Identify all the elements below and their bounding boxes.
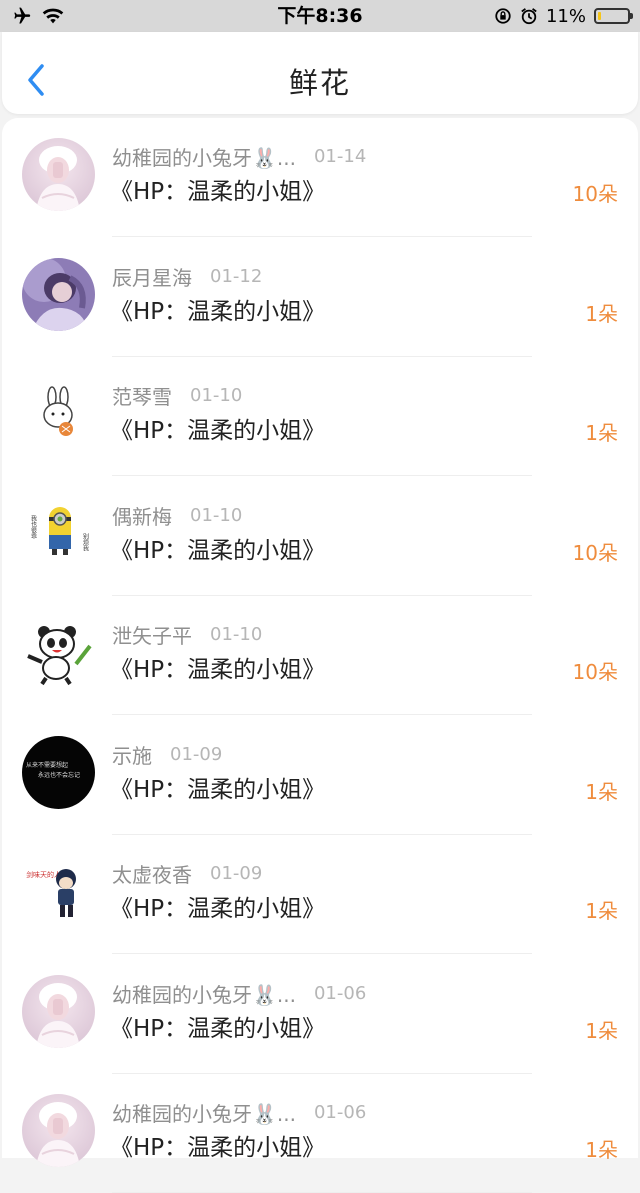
- flower-list: 幼稚园的小兔牙🐰... 01-14 《HP：温柔的小姐》 10朵 辰月星海 01-12 《H…: [2, 118, 638, 1193]
- alarm-icon: [521, 8, 537, 25]
- user-name[interactable]: 范琴雪: [112, 381, 172, 410]
- date-label: 01-06: [313, 982, 367, 1004]
- flower-count: 1朵: [585, 302, 618, 326]
- item-meta: 太虚夜香 01-09: [112, 859, 262, 887]
- rotation-lock-icon: [495, 8, 511, 24]
- list-item[interactable]: 范琴雪 01-10 《HP：温柔的小姐》 1朵: [2, 357, 638, 476]
- book-title: 《HP：温柔的小姐》: [110, 538, 326, 564]
- avatar[interactable]: 剑味天的人: [22, 855, 95, 928]
- list-item[interactable]: 我也很乖 别烦我 偶新梅 01-10 《HP：温柔的小姐》 10朵: [2, 477, 638, 596]
- avatar[interactable]: [22, 616, 95, 689]
- item-meta: 示施 01-09: [112, 740, 222, 768]
- list-item[interactable]: 辰月星海 01-12 《HP：温柔的小姐》 1朵: [2, 238, 638, 357]
- svg-text:永远也不会忘记: 永远也不会忘记: [38, 771, 80, 779]
- book-title: 《HP：温柔的小姐》: [110, 299, 326, 325]
- date-label: 01-09: [170, 743, 223, 765]
- svg-text:剑味天的人: 剑味天的人: [26, 870, 61, 879]
- avatar[interactable]: [22, 258, 95, 331]
- flower-count: 1朵: [585, 899, 618, 923]
- divider: [112, 714, 532, 715]
- user-name[interactable]: 幼稚园的小兔牙🐰...: [112, 1098, 296, 1127]
- item-meta: 范琴雪 01-10: [112, 381, 242, 409]
- flower-count: 10朵: [572, 182, 618, 206]
- book-title: 《HP：温柔的小姐》: [110, 657, 326, 683]
- item-meta: 幼稚园的小兔牙🐰... 01-06: [112, 1098, 366, 1126]
- item-meta: 偶新梅 01-10: [112, 501, 242, 529]
- book-title: 《HP：温柔的小姐》: [110, 418, 326, 444]
- status-bar: 下午8:36 11%: [0, 0, 640, 32]
- divider: [112, 475, 532, 476]
- date-label: 01-06: [313, 1101, 367, 1123]
- avatar[interactable]: [22, 377, 95, 450]
- flower-count: 10朵: [572, 541, 618, 565]
- battery-percent: 11%: [545, 5, 586, 27]
- avatar[interactable]: [22, 138, 95, 211]
- user-name[interactable]: 幼稚园的小兔牙🐰...: [112, 142, 296, 171]
- list-item[interactable]: 剑味天的人 太虚夜香 01-09 《HP：温柔的小姐》 1朵: [2, 835, 638, 954]
- date-label: 01-10: [190, 384, 243, 406]
- item-meta: 幼稚园的小兔牙🐰... 01-06: [112, 979, 366, 1007]
- book-title: 《HP：温柔的小姐》: [110, 1135, 326, 1161]
- avatar[interactable]: [22, 975, 95, 1048]
- avatar[interactable]: 我也很乖别烦我: [22, 497, 95, 570]
- avatar[interactable]: 从来不需要想起永远也不会忘记: [22, 736, 95, 809]
- flower-count: 10朵: [572, 660, 618, 684]
- flower-count: 1朵: [585, 1138, 618, 1162]
- date-label: 01-10: [190, 504, 243, 526]
- nav-bar: 鲜花: [2, 32, 638, 114]
- user-name[interactable]: 示施: [112, 740, 152, 769]
- svg-text:别烦我: 别烦我: [82, 532, 89, 551]
- list-item[interactable]: 幼稚园的小兔牙🐰... 01-14 《HP：温柔的小姐》 10朵: [2, 118, 638, 237]
- flower-count: 1朵: [585, 1019, 618, 1043]
- page-title: 鲜花: [288, 66, 351, 100]
- item-meta: 辰月星海 01-12: [112, 262, 262, 290]
- flower-count: 1朵: [585, 421, 618, 445]
- book-title: 《HP：温柔的小姐》: [110, 1016, 326, 1042]
- divider: [112, 236, 532, 237]
- date-label: 01-10: [210, 623, 263, 645]
- book-title: 《HP：温柔的小姐》: [110, 896, 326, 922]
- user-name[interactable]: 泄矢子平: [112, 620, 192, 649]
- user-name[interactable]: 偶新梅: [112, 501, 172, 530]
- user-name[interactable]: 辰月星海: [112, 262, 192, 291]
- user-name[interactable]: 太虚夜香: [112, 859, 192, 888]
- flower-count: 1朵: [585, 780, 618, 804]
- divider: [112, 953, 532, 954]
- book-title: 《HP：温柔的小姐》: [110, 179, 326, 205]
- date-label: 01-12: [210, 265, 263, 287]
- list-item[interactable]: 幼稚园的小兔牙🐰... 01-06 《HP：温柔的小姐》 1朵: [2, 955, 638, 1074]
- date-label: 01-14: [313, 145, 367, 167]
- avatar[interactable]: [22, 1094, 95, 1167]
- list-item[interactable]: 幼稚园的小兔牙🐰... 01-06 《HP：温柔的小姐》 1朵: [2, 1074, 638, 1193]
- status-right: 11%: [494, 5, 633, 27]
- date-label: 01-09: [210, 862, 263, 884]
- item-meta: 幼稚园的小兔牙🐰... 01-14: [112, 142, 366, 170]
- svg-text:我也很乖: 我也很乖: [30, 514, 37, 540]
- book-title: 《HP：温柔的小姐》: [110, 777, 326, 803]
- list-item[interactable]: 泄矢子平 01-10 《HP：温柔的小姐》 10朵: [2, 596, 638, 715]
- svg-text:从来不需要想起: 从来不需要想起: [26, 761, 68, 769]
- item-meta: 泄矢子平 01-10: [112, 620, 262, 648]
- user-name[interactable]: 幼稚园的小兔牙🐰...: [112, 979, 296, 1008]
- list-item[interactable]: 从来不需要想起 永远也不会忘记 示施 01-09 《HP：温柔的小姐》 1朵: [2, 716, 638, 835]
- battery-icon: [594, 8, 633, 24]
